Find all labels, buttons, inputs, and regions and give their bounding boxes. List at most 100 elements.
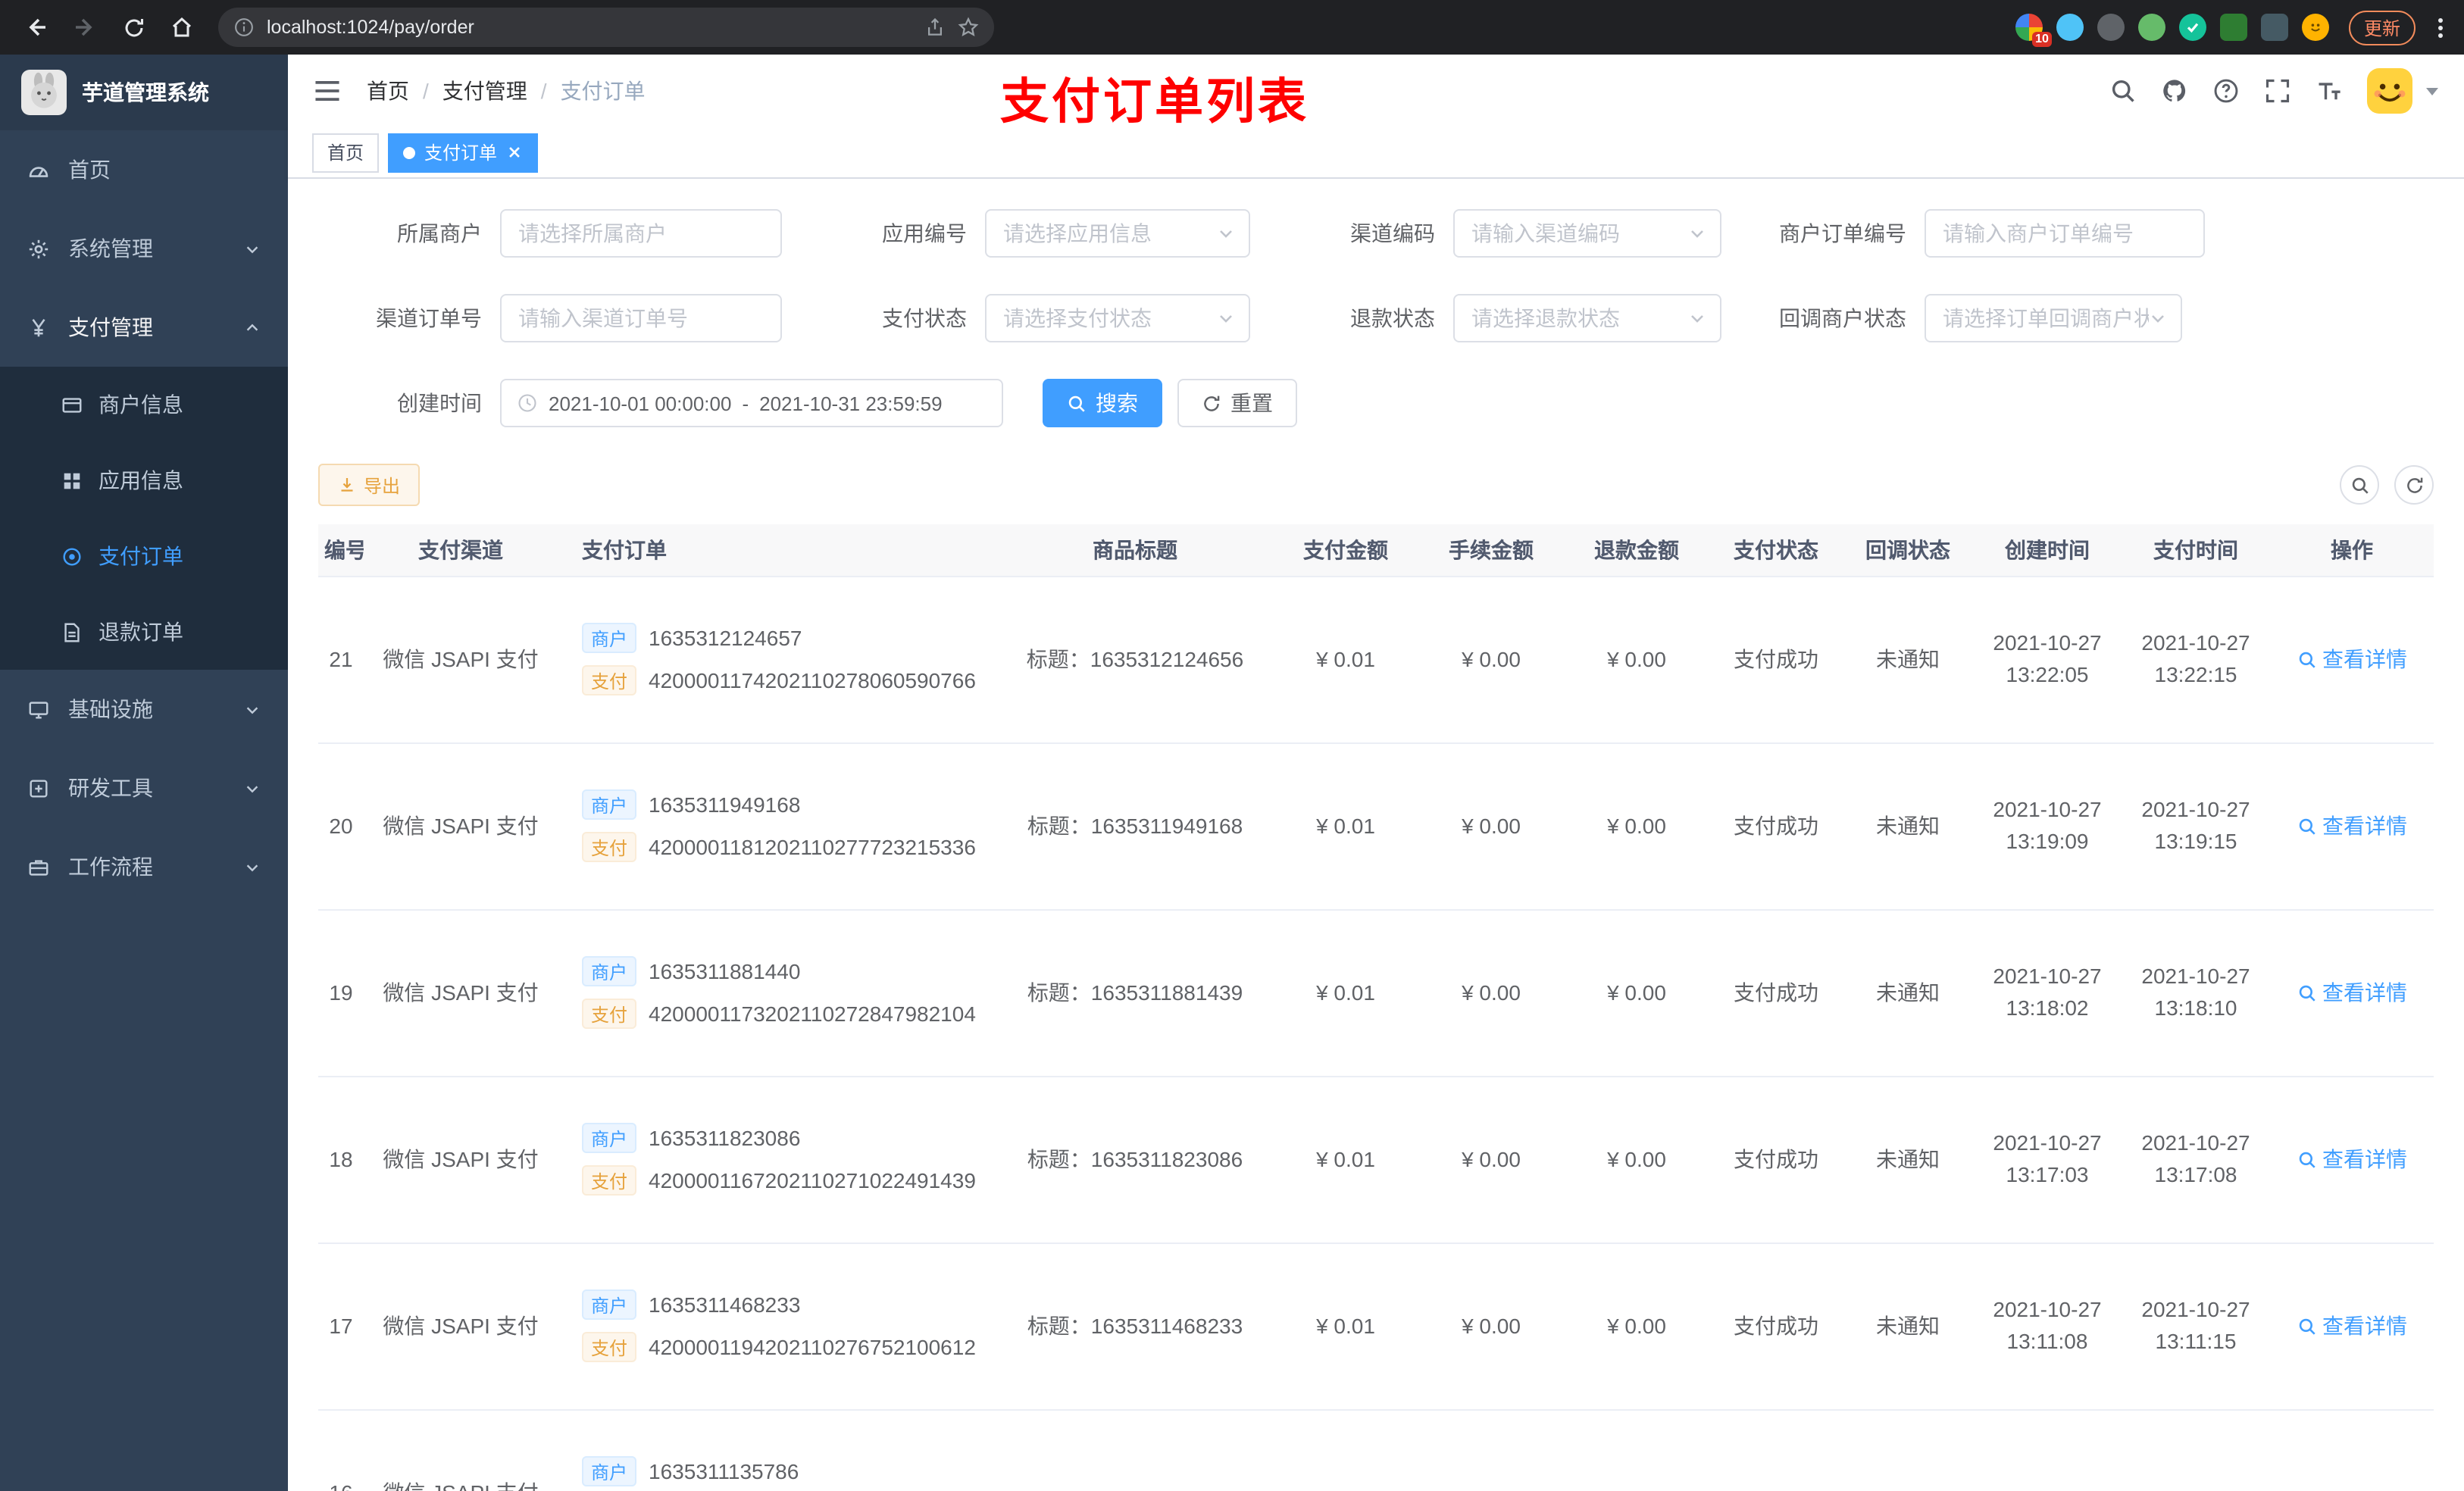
cell-refund: ¥ 0.00: [1564, 1242, 1709, 1410]
extension-icon-1[interactable]: 10: [2015, 14, 2052, 47]
filter-label: 创建时间: [397, 391, 482, 415]
tab-home[interactable]: 首页: [312, 133, 380, 172]
table-row: 18 微信 JSAPI 支付 商户 1635311823086 支付 4200001…: [318, 1076, 2434, 1243]
avatar-emoji: [2367, 68, 2412, 114]
sidebar-item-app-info[interactable]: 应用信息: [0, 442, 288, 518]
chevron-down-icon: [246, 785, 258, 792]
extension-icon-8[interactable]: [2301, 14, 2329, 41]
clock-icon: [518, 394, 536, 412]
filter-row-2: 渠道订单号 支付状态 请选择支付状态 退款状态 请选择退款状态: [318, 294, 2434, 342]
col-refund: 退款金额: [1564, 524, 1709, 577]
chevron-down-icon: [246, 864, 258, 871]
tab-label: 首页: [327, 142, 364, 164]
extension-icon-2[interactable]: [2056, 14, 2084, 41]
table-row-partial: 16 微信 JSAPI 支付 商户1635311135786 支付: [318, 1409, 2434, 1491]
cell-fee: ¥ 0.00: [1418, 576, 1564, 743]
app-no-select[interactable]: 请选择应用信息: [985, 209, 1250, 258]
sidebar-submenu-pay: 商户信息 应用信息 支付订单 退款订单: [0, 367, 288, 670]
caret-down-icon[interactable]: [2425, 83, 2440, 98]
sidebar-item-workflow[interactable]: 工作流程: [0, 827, 288, 906]
sidebar-item-pay-order[interactable]: 支付订单: [0, 518, 288, 594]
sidebar-item-refund-order[interactable]: 退款订单: [0, 594, 288, 670]
select-placeholder: 请选择退款状态: [1471, 306, 1620, 330]
extension-icon-3[interactable]: [2097, 14, 2125, 41]
view-detail-link[interactable]: 查看详情: [2297, 977, 2407, 1008]
channel-code-select[interactable]: 请输入渠道编码: [1453, 209, 1721, 258]
notify-status-select[interactable]: 请选择订单回调商户状态: [1925, 294, 2182, 342]
search-button[interactable]: 搜索: [1043, 379, 1162, 427]
cell-order: 商户 1635311949168 支付 4200001181202110277723…: [558, 742, 997, 910]
tab-label: 支付订单: [424, 142, 498, 164]
create-time-range-picker[interactable]: 2021-10-01 00:00:00 - 2021-10-31 23:59:5…: [500, 379, 1003, 427]
refresh-icon: [124, 18, 142, 36]
main-area: 首页 / 支付管理 / 支付订单 支付订单列表 首页 支付订单 所属商户 请选择…: [288, 55, 2464, 1491]
reset-button[interactable]: 重置: [1177, 379, 1297, 427]
merchant-order-no: 1635311135786: [649, 1459, 799, 1483]
filter-label: 渠道订单号: [376, 306, 482, 330]
app-title: 芋道管理系统: [82, 80, 209, 105]
grid-icon: [64, 472, 80, 489]
tab-pay-order[interactable]: 支付订单: [388, 133, 539, 172]
chevron-down-icon: [1220, 230, 1232, 238]
browser-home-button[interactable]: [161, 6, 203, 48]
view-detail-link[interactable]: 查看详情: [2297, 1311, 2407, 1341]
app-logo-row[interactable]: 芋道管理系统: [0, 55, 288, 130]
bookmark-star-icon[interactable]: [958, 17, 979, 38]
browser-refresh-button[interactable]: [112, 6, 155, 48]
merchant-order-no: 1635311881440: [649, 959, 801, 983]
channel-order-no-input[interactable]: [500, 294, 782, 342]
cell-status: 支付成功: [1709, 742, 1843, 910]
filter-row-1: 所属商户 应用编号 请选择应用信息 渠道编码 请输入渠道编码: [318, 209, 2434, 258]
range-end: 2021-10-31 23:59:59: [759, 392, 943, 414]
font-size-icon[interactable]: [2315, 77, 2343, 105]
sidebar-item-label: 支付订单: [98, 544, 183, 568]
pay-status-select[interactable]: 请选择支付状态: [985, 294, 1250, 342]
merchant-input[interactable]: [500, 209, 782, 258]
cell-id: 19: [318, 909, 364, 1077]
address-bar[interactable]: localhost:1024/pay/order: [218, 8, 994, 47]
browser-update-button[interactable]: 更新: [2348, 10, 2416, 45]
refund-status-select[interactable]: 请选择退款状态: [1453, 294, 1721, 342]
share-icon[interactable]: [924, 17, 946, 38]
github-icon[interactable]: [2161, 77, 2188, 105]
filter-merchant-order-no: 商户订单编号: [1743, 209, 2205, 258]
browser-forward-button[interactable]: [64, 6, 106, 48]
cell-title: 标题：1635312124656: [997, 576, 1273, 743]
search-icon[interactable]: [2109, 77, 2137, 105]
hamburger-icon[interactable]: [312, 76, 342, 106]
sidebar-item-system[interactable]: 系统管理: [0, 209, 288, 288]
browser-menu-button[interactable]: [2432, 11, 2449, 43]
view-detail-link[interactable]: 查看详情: [2297, 1144, 2407, 1174]
extension-icon-5[interactable]: [2178, 14, 2206, 41]
filter-channel-order-no: 渠道订单号: [318, 294, 782, 342]
sidebar-item-home[interactable]: 首页: [0, 130, 288, 209]
pay-order-no: 4200001194202110276752100612: [649, 1335, 976, 1359]
close-icon[interactable]: [506, 144, 523, 161]
sidebar-item-infra[interactable]: 基础设施: [0, 670, 288, 749]
extension-icon-4[interactable]: [2137, 14, 2165, 41]
view-detail-link[interactable]: 查看详情: [2297, 811, 2407, 841]
extension-icon-6[interactable]: [2219, 14, 2247, 41]
user-avatar[interactable]: [2367, 68, 2412, 114]
target-icon: [63, 547, 81, 565]
help-icon[interactable]: [2212, 77, 2240, 105]
sidebar-item-devtools[interactable]: 研发工具: [0, 749, 288, 827]
refresh-table-button[interactable]: [2394, 465, 2434, 505]
cell-create-time: 2021-10-27 13:11:08: [1973, 1242, 2122, 1410]
extension-icon-7[interactable]: [2260, 14, 2288, 41]
browser-back-button[interactable]: [15, 6, 58, 48]
sidebar-item-pay[interactable]: 支付管理: [0, 288, 288, 367]
merchant-order-no-input[interactable]: [1925, 209, 2205, 258]
cell-fee: ¥ 0.00: [1418, 1242, 1564, 1410]
toggle-search-button[interactable]: [2340, 465, 2379, 505]
fullscreen-icon[interactable]: [2264, 77, 2291, 105]
chevron-down-icon: [1691, 315, 1703, 323]
breadcrumb-item-home[interactable]: 首页: [367, 76, 409, 106]
view-detail-link[interactable]: 查看详情: [2297, 644, 2407, 674]
export-button[interactable]: 导出: [318, 464, 421, 506]
sidebar-item-merchant-info[interactable]: 商户信息: [0, 367, 288, 442]
emoji-face-icon: [2311, 23, 2320, 32]
breadcrumb-item-pay[interactable]: 支付管理: [442, 76, 527, 106]
sidebar-item-label: 系统管理: [68, 236, 153, 261]
sidebar-item-label: 应用信息: [98, 468, 183, 492]
